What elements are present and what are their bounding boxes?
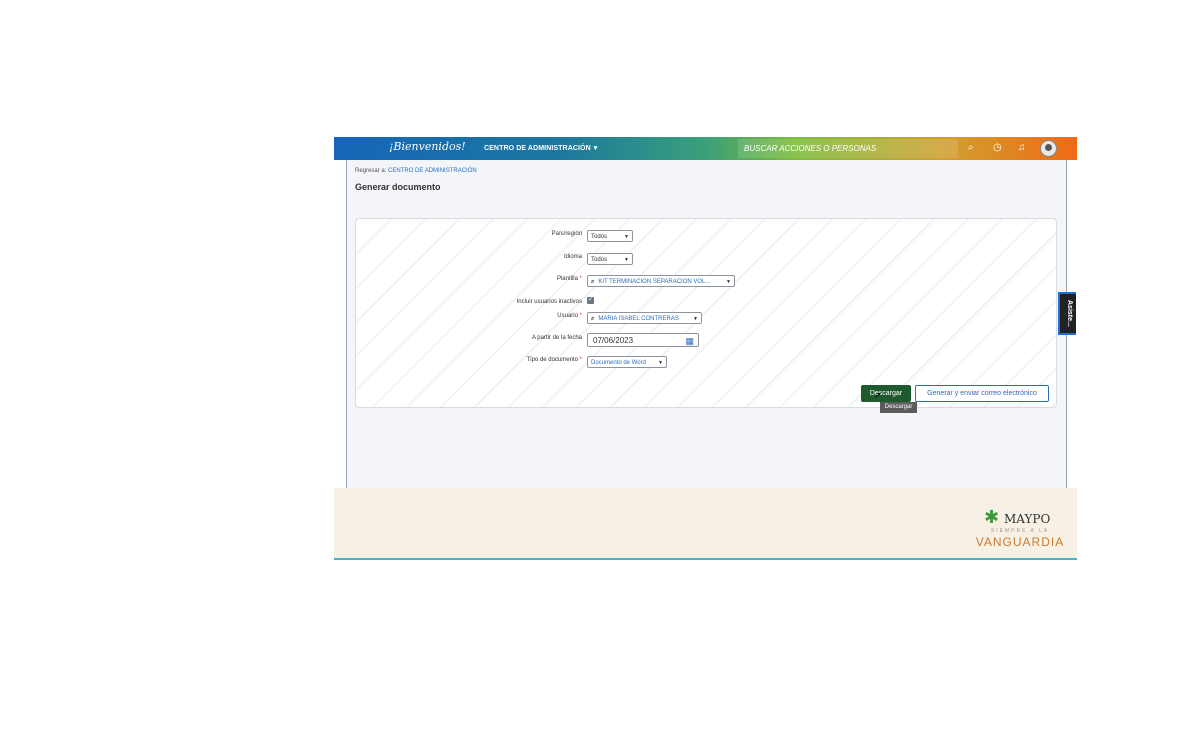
mouse-cursor-icon: ➚ xyxy=(874,390,882,400)
welcome-logo: ¡Bienvenidos! xyxy=(389,140,466,153)
template-value: KIT TERMINACION SEPARACION VOL... xyxy=(598,279,711,285)
user-label: Usuario * xyxy=(382,313,582,319)
search-icon[interactable]: ⌕ xyxy=(968,142,974,154)
doc-type-select[interactable]: Documento de Word ▼ xyxy=(587,356,667,368)
page-title: Generar documento xyxy=(355,182,441,192)
doc-type-value: Documento de Word xyxy=(591,360,646,366)
maypo-star-icon: ✱ xyxy=(984,507,1000,527)
language-label-text: Idioma xyxy=(563,254,582,260)
assistant-side-tab[interactable]: Asiste... xyxy=(1058,292,1076,335)
date-field[interactable]: 07/06/2023 ▦ xyxy=(587,333,699,347)
chevron-down-icon: ▾ xyxy=(593,145,598,152)
app-window: ¡Bienvenidos! CENTRO DE ADMINISTRACIÓN ▾ … xyxy=(334,137,1077,560)
language-label: Idioma xyxy=(382,254,582,260)
template-label-text: Plantilla xyxy=(556,276,578,282)
chevron-down-icon: ▼ xyxy=(693,316,698,322)
maypo-slogan: VANGUARDIA xyxy=(975,535,1065,549)
calendar-icon[interactable]: ▦ xyxy=(685,335,694,348)
main-content: Regresar a: CENTRO DE ADMINISTRACIÓN Gen… xyxy=(346,160,1067,488)
country-value: Todos xyxy=(591,234,608,240)
doc-type-label-text: Tipo de documento xyxy=(526,357,578,363)
date-label-text: A partir de la fecha xyxy=(531,335,582,341)
generate-send-email-button[interactable]: Generar y enviar correo electrónico xyxy=(915,385,1049,402)
maypo-brand: MAYPO xyxy=(1004,512,1051,526)
avatar[interactable] xyxy=(1040,140,1057,157)
date-label: A partir de la fecha xyxy=(382,335,582,341)
required-marker: * xyxy=(579,357,582,363)
breadcrumb-prefix: Regresar a: xyxy=(355,168,387,174)
form-panel: País/región Todos ▼ Idioma Todos ▼ Plantil… xyxy=(355,218,1057,413)
chevron-down-icon: ▼ xyxy=(658,360,663,366)
language-select[interactable]: Todos ▼ xyxy=(587,253,633,265)
chevron-down-icon: ▼ xyxy=(624,257,629,263)
date-value: 07/06/2023 xyxy=(593,336,634,345)
download-button[interactable]: Descargar xyxy=(861,385,911,402)
user-value: MARIA ISABEL CONTRERAS xyxy=(598,316,679,322)
breadcrumb-link[interactable]: CENTRO DE ADMINISTRACIÓN xyxy=(388,168,477,174)
download-tooltip: Descargar xyxy=(880,402,917,413)
breadcrumb: Regresar a: CENTRO DE ADMINISTRACIÓN xyxy=(355,168,477,174)
inactive-label-text: Incluir usuarios inactivos xyxy=(516,299,582,305)
country-label-text: País/región xyxy=(551,231,582,237)
inactive-label: Incluir usuarios inactivos xyxy=(382,299,582,305)
template-label: Plantilla * xyxy=(382,276,582,282)
required-marker: * xyxy=(579,276,582,282)
country-label: País/región xyxy=(382,231,582,237)
user-select[interactable]: ⌕ MARIA ISABEL CONTRERAS ▼ xyxy=(587,312,702,324)
search-input[interactable]: BUSCAR ACCIONES O PERSONAS xyxy=(738,139,958,158)
admin-center-label: CENTRO DE ADMINISTRACIÓN xyxy=(484,145,591,152)
admin-center-menu[interactable]: CENTRO DE ADMINISTRACIÓN ▾ xyxy=(484,144,597,152)
top-navigation-bar: ¡Bienvenidos! CENTRO DE ADMINISTRACIÓN ▾ … xyxy=(334,137,1077,160)
search-icon: ⌕ xyxy=(591,279,595,285)
inactive-checkbox[interactable]: ✓ xyxy=(587,297,594,304)
search-icon: ⌕ xyxy=(591,316,595,322)
language-value: Todos xyxy=(591,257,608,263)
doc-type-label: Tipo de documento * xyxy=(382,357,582,363)
maypo-tagline: SIEMPRE A LA xyxy=(990,528,1050,534)
footer-banner: ✱ MAYPO SIEMPRE A LA VANGUARDIA xyxy=(334,488,1077,558)
required-marker: * xyxy=(579,313,582,319)
bell-icon[interactable]: ♫ xyxy=(1018,142,1026,154)
chevron-down-icon: ▼ xyxy=(624,234,629,240)
chevron-down-icon: ▼ xyxy=(726,279,731,285)
clock-icon[interactable]: ◷ xyxy=(993,142,1002,154)
country-select[interactable]: Todos ▼ xyxy=(587,230,633,242)
template-select[interactable]: ⌕ KIT TERMINACION SEPARACION VOL... ▼ xyxy=(587,275,735,287)
user-label-text: Usuario xyxy=(557,313,578,319)
maypo-logo: ✱ MAYPO SIEMPRE A LA VANGUARDIA xyxy=(970,508,1070,552)
